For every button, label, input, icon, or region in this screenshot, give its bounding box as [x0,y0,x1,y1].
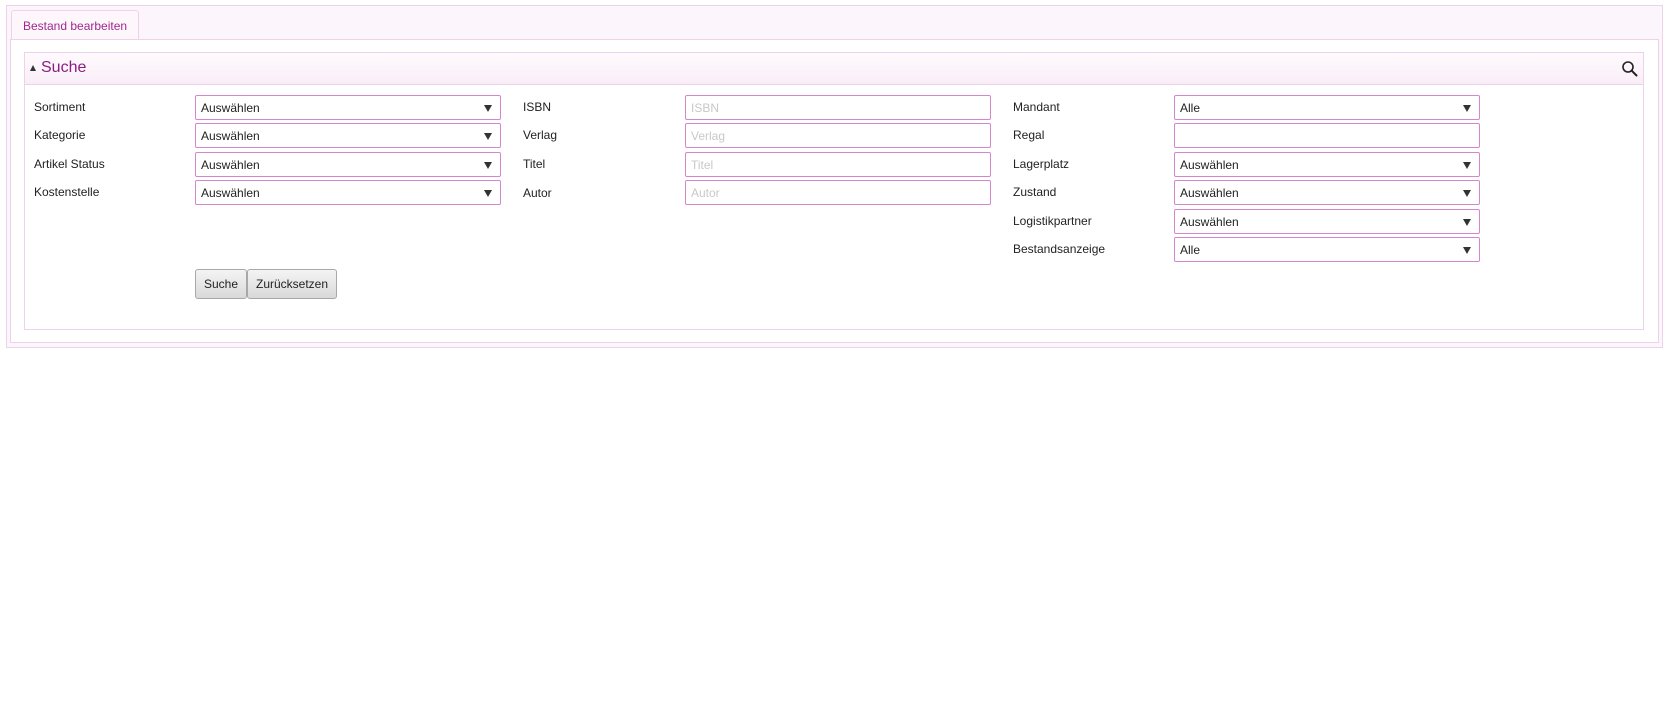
search-button[interactable]: Suche [195,269,248,299]
label-autor: Autor [523,186,552,200]
select-lagerplatz[interactable]: Auswählen [1174,152,1480,177]
label-sortiment: Sortiment [34,100,86,114]
chevron-down-icon [1463,105,1471,112]
select-sortiment[interactable]: Auswählen [195,95,501,120]
select-logistikpartner-value: Auswählen [1180,215,1239,229]
chevron-down-icon [484,190,492,197]
autor-input[interactable] [685,180,991,205]
label-lagerplatz: Lagerplatz [1013,157,1070,171]
select-artikel-status-value: Auswählen [201,158,260,172]
select-mandant[interactable]: Alle [1174,95,1480,120]
chevron-down-icon [1463,190,1471,197]
chevron-down-icon [1463,162,1471,169]
label-regal: Regal [1013,128,1045,142]
chevron-down-icon [484,133,492,140]
chevron-down-icon [1463,219,1471,226]
label-kostenstelle: Kostenstelle [34,185,100,199]
search-icon[interactable] [1621,60,1639,78]
main-container: Bestand bearbeiten Suche Sortiment Auswä… [6,5,1663,348]
label-artikel-status: Artikel Status [34,157,105,171]
select-artikel-status[interactable]: Auswählen [195,152,501,177]
reset-button[interactable]: Zurücksetzen [247,269,338,299]
tab-panel: Suche Sortiment Auswählen Kategorie Ausw… [10,39,1659,343]
label-logistikpartner: Logistikpartner [1013,214,1092,228]
label-kategorie: Kategorie [34,128,86,142]
search-fieldset-header: Suche [25,53,1643,85]
chevron-down-icon [484,105,492,112]
label-zustand: Zustand [1013,185,1057,199]
select-logistikpartner[interactable]: Auswählen [1174,209,1480,234]
isbn-input[interactable] [685,95,991,120]
select-zustand[interactable]: Auswählen [1174,180,1480,205]
select-mandant-value: Alle [1180,101,1201,115]
select-sortiment-value: Auswählen [201,101,260,115]
label-isbn: ISBN [523,100,552,114]
select-kostenstelle[interactable]: Auswählen [195,180,501,205]
regal-input[interactable] [1174,123,1480,148]
label-bestandsanzeige: Bestandsanzeige [1013,242,1106,256]
search-panel-title[interactable]: Suche [41,59,86,77]
label-mandant: Mandant [1013,100,1060,114]
select-kategorie[interactable]: Auswählen [195,123,501,148]
select-kategorie-value: Auswählen [201,129,260,143]
select-bestandsanzeige[interactable]: Alle [1174,237,1480,262]
search-fieldset: Suche Sortiment Auswählen Kategorie Ausw… [24,52,1644,330]
titel-input[interactable] [685,152,991,177]
verlag-input[interactable] [685,123,991,148]
label-verlag: Verlag [523,128,558,142]
collapse-triangle-icon[interactable] [30,65,36,71]
select-zustand-value: Auswählen [1180,186,1239,200]
select-kostenstelle-value: Auswählen [201,186,260,200]
select-bestandsanzeige-value: Alle [1180,243,1201,257]
chevron-down-icon [1463,247,1471,254]
label-titel: Titel [523,157,546,171]
tab-bestand-bearbeiten[interactable]: Bestand bearbeiten [11,10,140,40]
chevron-down-icon [484,162,492,169]
select-lagerplatz-value: Auswählen [1180,158,1239,172]
